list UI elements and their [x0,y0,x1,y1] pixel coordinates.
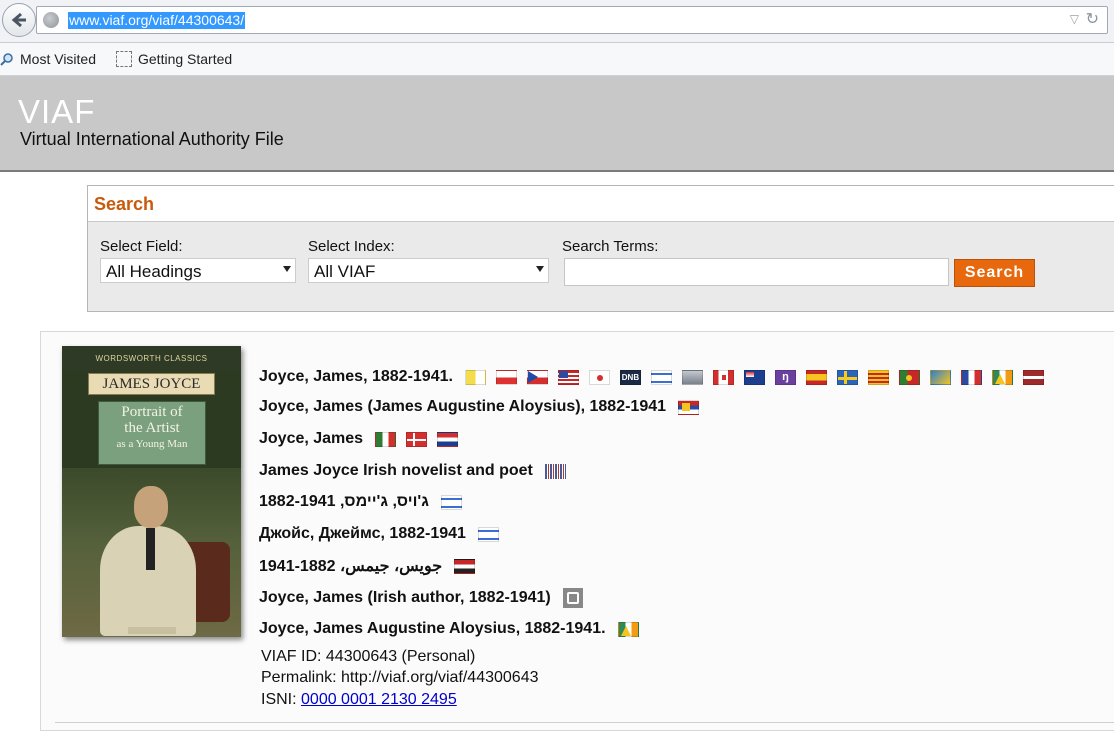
bookmark-label: Getting Started [138,51,233,67]
isni-label: ISNI: [261,691,302,708]
latvia-flag-icon[interactable] [1022,369,1044,385]
heading-text: Joyce, James, 1882-1941. [259,368,453,385]
heading-text: Joyce, James (James Augustine Aloysius),… [259,398,667,415]
heading-text: جويس، جيمس، 1882-1941 [259,558,443,575]
address-bar[interactable]: www.viaf.org/viaf/44300643/ ▽ ↻ [36,6,1108,34]
chevron-down-icon [536,266,544,272]
globe-icon [43,12,59,28]
france-flag-icon[interactable] [960,369,982,385]
select-index-label: Select Index: [308,238,395,255]
select-field-value: All Headings [106,262,202,281]
spain-flag-icon[interactable] [805,369,827,385]
italy-flag-icon[interactable] [375,431,397,447]
cover-title-line: the Artist [124,420,180,436]
isni-line: ISNI: 0000 0001 2130 2495 [261,691,457,709]
israel-flag-icon[interactable] [477,526,499,542]
viaf-id: VIAF ID: 44300643 (Personal) [261,648,476,665]
croatia-flag-icon[interactable] [437,431,459,447]
vatican-flag-icon[interactable] [464,369,486,385]
portugal-flag-icon[interactable] [898,369,920,385]
ireland-warning-flag-icon[interactable] [991,369,1013,385]
generic-library-icon[interactable] [681,369,703,385]
nukat-icon[interactable]: ŋ [774,369,796,385]
search-terms-input[interactable] [564,258,949,286]
usa-flag-icon[interactable] [557,369,579,385]
search-panel: Search Select Field: All Headings Select… [87,185,1114,312]
heading-text: Joyce, James (Irish author, 1882-1941) [259,589,551,606]
reload-icon[interactable]: ↻ [1086,9,1099,29]
bne-icon[interactable] [929,369,951,385]
multi-source-flag-icon[interactable] [678,399,700,415]
select-field-label: Select Field: [100,238,183,255]
dnb-icon[interactable]: DNB [619,369,641,385]
search-terms-label: Search Terms: [562,238,659,255]
heading-text: Joyce, James [259,430,364,447]
israel-flag-icon[interactable] [440,494,462,510]
heading-row: Joyce, James (James Augustine Aloysius),… [259,396,709,418]
wikidata-icon[interactable] [562,588,583,608]
poland-flag-icon[interactable] [495,369,517,385]
site-header: VIAF Virtual International Authority Fil… [0,76,1114,172]
cover-title-line: Portrait of [121,404,183,420]
heading-row: Joyce, James (Irish author, 1882-1941) [259,587,593,609]
bookmark-label: Most Visited [20,51,96,67]
history-dropdown-icon[interactable]: ▽ [1070,12,1079,26]
site-logo[interactable]: VIAF [18,93,95,131]
heading-text: James Joyce Irish novelist and poet [259,462,533,479]
heading-text: Joyce, James Augustine Aloysius, 1882-19… [259,620,606,637]
divider [55,722,1114,723]
heading-text: Джойс, Джеймс, 1882-1941 [259,525,466,542]
cover-tie [146,528,155,570]
select-field-dropdown[interactable]: All Headings [100,258,296,283]
site-subtitle: Virtual International Authority File [20,129,284,149]
heading-row: ג'ויס, ג'יימס, 1882-1941 [259,491,472,513]
heading-row: James Joyce Irish novelist and poet [259,460,576,482]
select-index-dropdown[interactable]: All VIAF [308,258,549,283]
most-visited-icon [0,53,13,66]
cover-series: WORDSWORTH CLASSICS [62,346,241,370]
bookmark-most-visited[interactable]: Most Visited [0,51,96,67]
bookmarks-toolbar: Most Visited Getting Started [0,43,1114,76]
search-title-bar: Search [88,186,1114,222]
heading-text: ג'ויס, ג'יימס, 1882-1941 [259,493,429,510]
catalonia-flag-icon[interactable] [867,369,889,385]
cover-title-line: as a Young Man [116,438,188,450]
cover-author: JAMES JOYCE [88,373,215,395]
czech-flag-icon[interactable] [526,369,548,385]
heading-row: Joyce, James, 1882-1941. DNB ŋ [259,366,1054,388]
book-cover-image: WORDSWORTH CLASSICS JAMES JOYCE Portrait… [62,346,241,637]
barcode-icon[interactable] [544,463,566,479]
page-icon [116,51,132,67]
ireland-warning-flag-icon[interactable] [617,621,639,637]
israel-flag-icon[interactable] [650,369,672,385]
heading-row: Джойс, Джеймс, 1882-1941 [259,523,509,545]
search-button[interactable]: Search [954,259,1035,287]
egypt-flag-icon[interactable] [454,558,476,574]
cover-title: Portrait of the Artist as a Young Man [98,401,206,465]
url-text[interactable]: www.viaf.org/viaf/44300643/ [68,12,246,29]
browser-toolbar: www.viaf.org/viaf/44300643/ ▽ ↻ [0,0,1114,43]
japan-flag-icon[interactable] [588,369,610,385]
back-arrow-icon [11,12,26,28]
select-index-value: All VIAF [314,262,376,281]
chevron-down-icon [283,266,291,272]
bookmark-getting-started[interactable]: Getting Started [116,51,232,67]
back-button[interactable] [2,3,36,37]
heading-row: جويس، جيمس، 1882-1941 [259,555,485,577]
denmark-flag-icon[interactable] [406,431,428,447]
heading-row: Joyce, James [259,428,468,450]
permalink: Permalink: http://viaf.org/viaf/44300643 [261,669,539,686]
cover-figure-head [134,486,168,528]
cover-badge [128,627,176,634]
isni-link[interactable]: 0000 0001 2130 2495 [301,691,457,708]
sweden-flag-icon[interactable] [836,369,858,385]
search-title: Search [94,194,155,214]
heading-row: Joyce, James Augustine Aloysius, 1882-19… [259,618,649,640]
canada-flag-icon[interactable] [712,369,734,385]
australia-flag-icon[interactable] [743,369,765,385]
